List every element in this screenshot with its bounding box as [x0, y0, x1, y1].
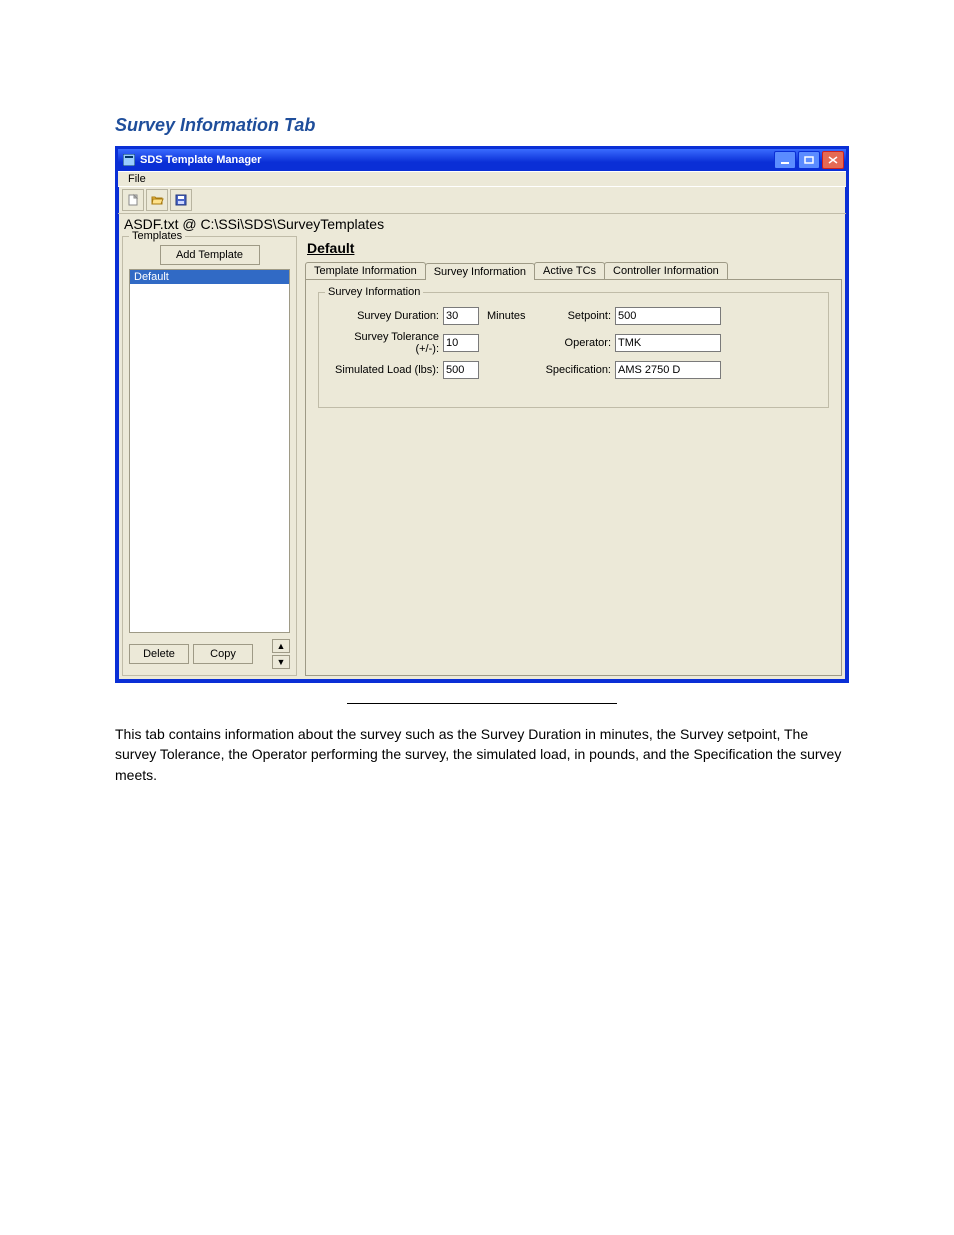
- arrow-up-icon: ▲: [277, 642, 286, 651]
- tab-controller-information[interactable]: Controller Information: [604, 262, 728, 279]
- tab-content: Survey Information Survey Duration: Minu…: [305, 279, 842, 676]
- delete-button[interactable]: Delete: [129, 644, 189, 664]
- minimize-button[interactable]: [774, 151, 796, 169]
- description-paragraph: This tab contains information about the …: [115, 724, 849, 785]
- add-template-button[interactable]: Add Template: [160, 245, 260, 265]
- app-window: SDS Template Manager File: [115, 146, 849, 683]
- save-disk-icon: [174, 193, 188, 207]
- tab-template-information[interactable]: Template Information: [305, 262, 426, 279]
- divider: [347, 703, 617, 704]
- tab-active-tcs[interactable]: Active TCs: [534, 262, 605, 279]
- survey-duration-label: Survey Duration:: [329, 310, 439, 322]
- list-item[interactable]: Default: [130, 270, 289, 284]
- menu-file[interactable]: File: [122, 172, 152, 186]
- templates-legend: Templates: [129, 230, 185, 242]
- simulated-load-label: Simulated Load (lbs):: [329, 364, 439, 376]
- file-path: ASDF.txt @ C:\SSi\SDS\SurveyTemplates: [118, 214, 846, 236]
- setpoint-label: Setpoint:: [541, 310, 611, 322]
- section-heading: Survey Information Tab: [115, 115, 849, 136]
- operator-input[interactable]: [615, 334, 721, 352]
- toolbar: [118, 186, 846, 214]
- specification-input[interactable]: [615, 361, 721, 379]
- window-title: SDS Template Manager: [140, 154, 774, 166]
- templates-panel: Templates Add Template Default Delete Co…: [122, 236, 297, 676]
- arrow-down-icon: ▼: [277, 658, 286, 667]
- tolerance-label: Survey Tolerance (+/-):: [329, 331, 439, 355]
- new-file-icon: [126, 193, 140, 207]
- maximize-button[interactable]: [798, 151, 820, 169]
- tabstrip: Template Information Survey Information …: [305, 262, 842, 279]
- move-up-button[interactable]: ▲: [272, 639, 290, 653]
- survey-information-fieldset: Survey Information Survey Duration: Minu…: [318, 292, 829, 408]
- save-button[interactable]: [170, 189, 192, 211]
- main-panel: Default Template Information Survey Info…: [305, 236, 842, 676]
- templates-list[interactable]: Default: [129, 269, 290, 633]
- setpoint-input[interactable]: [615, 307, 721, 325]
- app-icon: [122, 153, 136, 167]
- copy-button[interactable]: Copy: [193, 644, 253, 664]
- tolerance-input[interactable]: [443, 334, 479, 352]
- close-button[interactable]: [822, 151, 844, 169]
- move-down-button[interactable]: ▼: [272, 655, 290, 669]
- specification-label: Specification:: [541, 364, 611, 376]
- titlebar[interactable]: SDS Template Manager: [118, 149, 846, 171]
- survey-info-legend: Survey Information: [325, 286, 423, 298]
- survey-duration-input[interactable]: [443, 307, 479, 325]
- operator-label: Operator:: [541, 337, 611, 349]
- tab-survey-information[interactable]: Survey Information: [425, 263, 535, 280]
- open-folder-icon: [150, 193, 164, 207]
- simulated-load-input[interactable]: [443, 361, 479, 379]
- open-button[interactable]: [146, 189, 168, 211]
- new-button[interactable]: [122, 189, 144, 211]
- menubar: File: [118, 171, 846, 186]
- minutes-label: Minutes: [487, 310, 537, 322]
- current-template-name: Default: [307, 240, 842, 256]
